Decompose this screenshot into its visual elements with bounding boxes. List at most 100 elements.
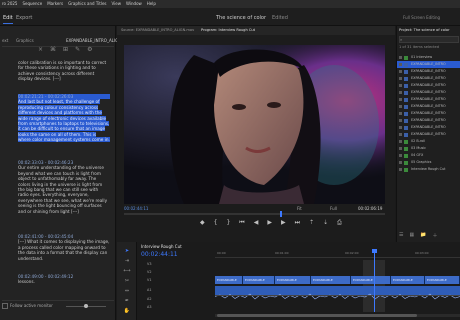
settings-icon[interactable]: ⚙ — [87, 46, 92, 53]
project-bin-item[interactable]: 04 GFX — [397, 152, 460, 159]
playhead-handle[interactable] — [372, 249, 377, 253]
fit-dropdown[interactable]: Fit — [297, 206, 302, 211]
razor-icon[interactable]: ✂ — [122, 278, 132, 285]
track-header-a3[interactable]: A3 — [137, 303, 215, 311]
menu-view[interactable]: View — [112, 0, 122, 8]
item-checkbox[interactable] — [399, 133, 402, 136]
hand-icon[interactable]: ✋ — [122, 308, 132, 315]
track-header-v1[interactable]: V1 — [137, 276, 215, 284]
panel-tab-graphics[interactable]: Graphics — [16, 38, 34, 43]
project-bin-item[interactable]: 05 Graphics — [397, 159, 460, 166]
close-icon[interactable]: × — [38, 46, 43, 53]
in-point-icon[interactable]: { — [214, 219, 218, 227]
item-checkbox[interactable] — [399, 112, 402, 115]
track-header-a2[interactable]: A2 — [137, 295, 215, 303]
menu-window[interactable]: Window — [126, 0, 142, 8]
marker-icon[interactable]: ◆ — [200, 219, 205, 227]
monitor-playhead[interactable] — [280, 211, 282, 217]
tab-edit[interactable]: Edit — [3, 15, 13, 24]
timeline-clip[interactable]: EXPANDABLE — [275, 276, 311, 284]
item-checkbox[interactable] — [399, 77, 402, 80]
list-view-icon[interactable]: ☰ — [399, 232, 403, 239]
follow-checkbox[interactable] — [2, 303, 8, 309]
zoom-slider-handle[interactable] — [84, 304, 88, 308]
timeline-clip[interactable]: EXPANDABLE — [351, 276, 391, 284]
merge-icon[interactable]: ⊞ — [63, 46, 68, 53]
project-bin-item[interactable]: EXPANDABLE_INTRO — [397, 61, 460, 68]
audio-track-a1[interactable] — [214, 286, 460, 300]
timeline-clip[interactable]: EXPANDABLE — [425, 276, 460, 284]
entry-text[interactable]: Our entire understanding of the universe… — [18, 165, 107, 213]
transcript-entry[interactable]: 00:02:41:00 - 00:02:45:04 [---] What it … — [18, 234, 110, 261]
new-bin-icon[interactable]: 📁 — [420, 232, 426, 239]
project-bin-item[interactable]: EXPANDABLE_INTRO — [397, 89, 460, 96]
pen-icon[interactable]: ✒ — [122, 298, 132, 305]
out-point-icon[interactable]: } — [226, 219, 230, 227]
tab-export[interactable]: Export — [16, 15, 32, 21]
track-select-icon[interactable]: ⇥ — [122, 258, 132, 265]
item-checkbox[interactable] — [399, 154, 402, 157]
item-checkbox[interactable] — [399, 56, 402, 59]
timeline-ruler[interactable]: 00:00 00:01:00 00:02:00 00:03:00 — [215, 251, 460, 258]
project-bin-item[interactable]: EXPANDABLE_INTRO — [397, 75, 460, 82]
project-bin-item[interactable]: EXPANDABLE_INTRO — [397, 82, 460, 89]
step-forward-icon[interactable]: ⏭ — [295, 219, 300, 227]
item-checkbox[interactable] — [399, 168, 402, 171]
frame-back-icon[interactable]: ◀ — [254, 219, 259, 227]
timeline-tab[interactable]: Interview Rough Cut — [141, 244, 182, 249]
item-checkbox[interactable] — [399, 98, 402, 101]
step-back-icon[interactable]: ⏮ — [239, 219, 244, 227]
icon-view-icon[interactable]: ▦ — [409, 232, 414, 239]
slip-icon[interactable]: ⇔ — [122, 288, 132, 295]
new-item-icon[interactable]: ＋ — [432, 232, 437, 239]
item-checkbox[interactable] — [399, 161, 402, 164]
timeline-clip[interactable]: EXPANDABLE — [311, 276, 351, 284]
transcript-entry[interactable]: 00:02:49:00 - 00:02:49:12 lessons. — [18, 274, 110, 285]
menu-help[interactable]: Help — [147, 0, 156, 8]
track-header-v3[interactable]: V3 — [137, 260, 215, 268]
project-bin-item[interactable]: EXPANDABLE_INTRO — [397, 131, 460, 138]
track-header-a1[interactable]: A1 — [137, 286, 215, 295]
transcript-entry[interactable]: 00:02:33:03 - 00:02:46:23 Our entire und… — [18, 160, 110, 214]
scrollbar-thumb[interactable] — [217, 314, 417, 317]
lift-icon[interactable]: ⇡ — [309, 219, 314, 227]
project-bin-item[interactable]: 01 Interview — [397, 54, 460, 61]
project-bin-item[interactable]: EXPANDABLE_INTRO — [397, 117, 460, 124]
item-checkbox[interactable] — [399, 70, 402, 73]
timeline-clip[interactable]: EXPANDABLE — [243, 276, 275, 284]
item-checkbox[interactable] — [399, 147, 402, 150]
project-bin-item[interactable]: EXPANDABLE_INTRO — [397, 103, 460, 110]
video-frame[interactable] — [124, 45, 385, 204]
item-checkbox[interactable] — [399, 119, 402, 122]
export-frame-icon[interactable]: ⎙ — [337, 219, 342, 227]
project-tab[interactable]: Project: The science of color — [399, 28, 450, 32]
extract-icon[interactable]: ⇣ — [323, 219, 328, 227]
project-bin-item[interactable]: EXPANDABLE_INTRO — [397, 110, 460, 117]
entry-text[interactable]: lessons. — [18, 279, 35, 284]
ripple-edit-icon[interactable]: ⟷ — [122, 268, 132, 275]
item-checkbox[interactable] — [399, 84, 402, 87]
selection-tool-icon[interactable]: ➤ — [122, 248, 132, 255]
transcript-paragraph[interactable]: color calibration is so important to cor… — [18, 60, 110, 82]
program-timecode[interactable]: 00:02:44:11 — [124, 206, 148, 211]
play-icon[interactable]: ▶ — [267, 219, 272, 227]
panel-tab-text[interactable]: ext — [2, 38, 8, 43]
project-bin-item[interactable]: EXPANDABLE_INTRO — [397, 124, 460, 131]
quality-dropdown[interactable]: Full — [330, 206, 337, 211]
project-bin-item[interactable]: 03 Music — [397, 145, 460, 152]
entry-text[interactable]: [---] What it comes to displaying the im… — [18, 239, 109, 260]
transcript-entry[interactable]: 00:02:21:21 - 00:02:26:03 And last but n… — [18, 94, 110, 143]
menu-sequence[interactable]: Sequence — [22, 0, 42, 8]
split-icon[interactable]: ⌘ — [50, 46, 56, 53]
program-tab[interactable]: Program: Interview Rough Cut — [201, 26, 255, 35]
track-header-v2[interactable]: V2 — [137, 268, 215, 276]
item-checkbox[interactable] — [399, 140, 402, 143]
item-checkbox[interactable] — [399, 91, 402, 94]
full-screen-label[interactable]: Full Screen Editing — [403, 15, 440, 20]
project-bin-item[interactable]: Interview Rough Cut — [397, 166, 460, 173]
edit-icon[interactable]: ✎ — [75, 46, 80, 53]
project-bin-item[interactable]: EXPANDABLE_INTRO — [397, 68, 460, 75]
timeline-playhead[interactable] — [374, 251, 375, 312]
timeline-clip[interactable]: EXPANDABLE — [215, 276, 243, 284]
entry-text[interactable]: And last but not least, the challenge of… — [18, 99, 110, 143]
